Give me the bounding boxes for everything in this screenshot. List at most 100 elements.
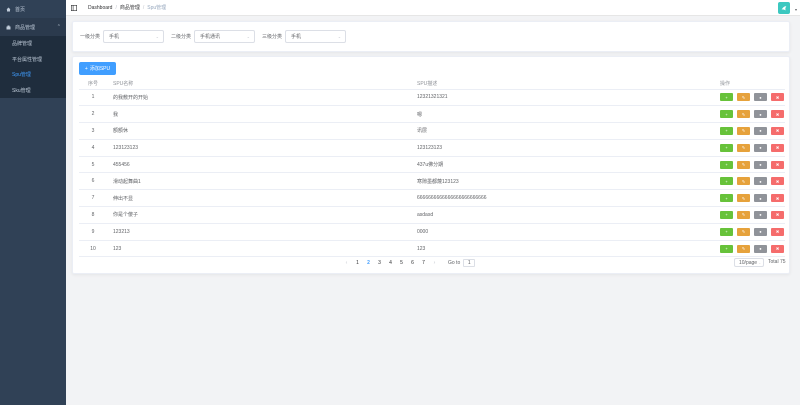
edit-spu-button[interactable]: ✎ — [737, 110, 750, 119]
edit-spu-button[interactable]: ✎ — [737, 244, 750, 253]
add-sku-button[interactable]: + — [720, 194, 733, 203]
spu-table: 序号 SPU名称 SPU描述 操作 1 的我敷开的开始 12321321321 + ✎ ●… — [79, 78, 785, 258]
page-number[interactable]: 6 — [407, 260, 418, 266]
breadcrumb-dashboard[interactable]: Dashboard — [88, 5, 112, 11]
add-spu-button[interactable]: + 添加SPU — [79, 62, 116, 75]
row-action-group: + ✎ ● ✖ — [720, 227, 785, 236]
edit-spu-button[interactable]: ✎ — [737, 194, 750, 203]
sidebar-group-goods[interactable]: 商品管理 ⌃ — [0, 18, 66, 36]
page-number[interactable]: 4 — [385, 260, 396, 266]
edit-icon: ✎ — [741, 178, 746, 184]
edit-spu-button[interactable]: ✎ — [737, 143, 750, 152]
plus-icon: + — [725, 128, 728, 134]
breadcrumb-goods[interactable]: 商品管理 — [120, 4, 140, 11]
sidebar-item-sku[interactable]: Sku管理 — [0, 83, 66, 99]
table-row: 8 你是个傻子 asdasd + ✎ ● ✖ — [79, 206, 785, 224]
column-header-name: SPU名称 — [107, 78, 411, 90]
chevron-down-icon: ⌄ — [246, 34, 251, 39]
row-action-group: + ✎ ● ✖ — [720, 160, 785, 169]
row-index: 8 — [79, 206, 107, 224]
page-number[interactable]: 1 — [352, 260, 363, 266]
sidebar-item-attr[interactable]: 平台属性管理 — [0, 52, 66, 68]
view-sku-button[interactable]: ● — [754, 110, 767, 119]
sidebar-item-brand[interactable]: 品牌管理 — [0, 36, 66, 52]
add-sku-button[interactable]: + — [720, 177, 733, 186]
delete-spu-button[interactable]: ✖ — [771, 244, 784, 253]
prev-page-button[interactable]: ‹ — [341, 260, 352, 266]
view-sku-button[interactable]: ● — [754, 93, 767, 102]
table-row: 4 123123123 123123123 + ✎ ● ✖ — [79, 139, 785, 157]
goto-input[interactable]: 1 — [463, 259, 476, 267]
row-action-group: + ✎ ● ✖ — [720, 126, 785, 135]
delete-spu-button[interactable]: ✖ — [771, 160, 784, 169]
add-sku-button[interactable]: + — [720, 143, 733, 152]
add-spu-label: 添加SPU — [89, 66, 111, 72]
row-spu-name: 的我敷开的开始 — [107, 89, 411, 107]
row-spu-desc: 123123123 — [411, 139, 714, 157]
edit-spu-button[interactable]: ✎ — [737, 126, 750, 135]
page-size-value: 10/page — [739, 259, 758, 266]
caret-down-icon[interactable]: ▾ — [795, 7, 797, 12]
edit-spu-button[interactable]: ✎ — [737, 177, 750, 186]
add-sku-button[interactable]: + — [720, 244, 733, 253]
add-sku-button[interactable]: + — [720, 210, 733, 219]
page-number[interactable]: 2 — [363, 260, 374, 266]
avatar[interactable] — [778, 2, 790, 14]
view-sku-button[interactable]: ● — [754, 177, 767, 186]
edit-spu-button[interactable]: ✎ — [737, 227, 750, 236]
delete-spu-button[interactable]: ✖ — [771, 143, 784, 152]
info-icon: ● — [759, 162, 762, 168]
view-sku-button[interactable]: ● — [754, 160, 767, 169]
level3-label: 三级分类 — [262, 34, 283, 40]
sidebar-item-label: Spu管理 — [12, 72, 31, 79]
add-sku-button[interactable]: + — [720, 110, 733, 119]
info-icon: ● — [759, 212, 762, 218]
breadcrumb-separator: / — [115, 4, 117, 11]
sidebar-item-spu[interactable]: Spu管理 — [0, 67, 66, 83]
menu-fold-icon[interactable] — [71, 4, 77, 11]
edit-spu-button[interactable]: ✎ — [737, 93, 750, 102]
view-sku-button[interactable]: ● — [754, 210, 767, 219]
row-index: 2 — [79, 105, 107, 124]
delete-icon: ✖ — [775, 229, 780, 235]
table-row: 9 123213 0000 + ✎ ● ✖ — [79, 223, 785, 241]
page-number[interactable]: 5 — [396, 260, 407, 266]
row-spu-desc: 12321321321 — [411, 89, 714, 107]
sidebar-group-label: 商品管理 — [15, 24, 36, 31]
goto-value: 1 — [467, 260, 471, 266]
sidebar-item-home[interactable]: 首页 — [0, 0, 66, 18]
delete-spu-button[interactable]: ✖ — [771, 126, 784, 135]
view-sku-button[interactable]: ● — [754, 126, 767, 135]
info-icon: ● — [759, 195, 762, 201]
add-sku-button[interactable]: + — [720, 93, 733, 102]
sidebar: 首页 商品管理 ⌃ 品牌管理 平台属性管理 Spu管理 Sku管理 — [0, 0, 66, 405]
page-number[interactable]: 3 — [374, 260, 385, 266]
level2-select[interactable]: 手机通讯 ⌄ — [194, 30, 256, 43]
edit-spu-button[interactable]: ✎ — [737, 160, 750, 169]
delete-spu-button[interactable]: ✖ — [771, 110, 784, 119]
view-sku-button[interactable]: ● — [754, 244, 767, 253]
page-number[interactable]: 7 — [418, 260, 429, 266]
level3-select[interactable]: 手机 ⌄ — [285, 30, 347, 43]
add-sku-button[interactable]: + — [720, 126, 733, 135]
delete-icon: ✖ — [775, 145, 780, 151]
view-sku-button[interactable]: ● — [754, 143, 767, 152]
table-row: 3 额额休 讯层 + ✎ ● ✖ — [79, 122, 785, 140]
sidebar-item-label: 平台属性管理 — [12, 56, 43, 63]
edit-spu-button[interactable]: ✎ — [737, 210, 750, 219]
page-size-select[interactable]: 10/page ⌄ — [734, 258, 764, 267]
view-sku-button[interactable]: ● — [754, 194, 767, 203]
delete-spu-button[interactable]: ✖ — [771, 194, 784, 203]
add-sku-button[interactable]: + — [720, 160, 733, 169]
delete-spu-button[interactable]: ✖ — [771, 177, 784, 186]
delete-spu-button[interactable]: ✖ — [771, 210, 784, 219]
level1-select[interactable]: 手机 ⌄ — [103, 30, 165, 43]
delete-spu-button[interactable]: ✖ — [771, 227, 784, 236]
view-sku-button[interactable]: ● — [754, 227, 767, 236]
delete-spu-button[interactable]: ✖ — [771, 93, 784, 102]
next-page-button[interactable]: › — [429, 260, 440, 266]
plus-icon: + — [84, 65, 88, 72]
category-filter-card: 一级分类 手机 ⌄ 二级分类 手机通讯 ⌄ 三级分类 手机 ⌄ — [72, 21, 790, 52]
row-spu-name: 123213 — [107, 223, 411, 241]
add-sku-button[interactable]: + — [720, 227, 733, 236]
